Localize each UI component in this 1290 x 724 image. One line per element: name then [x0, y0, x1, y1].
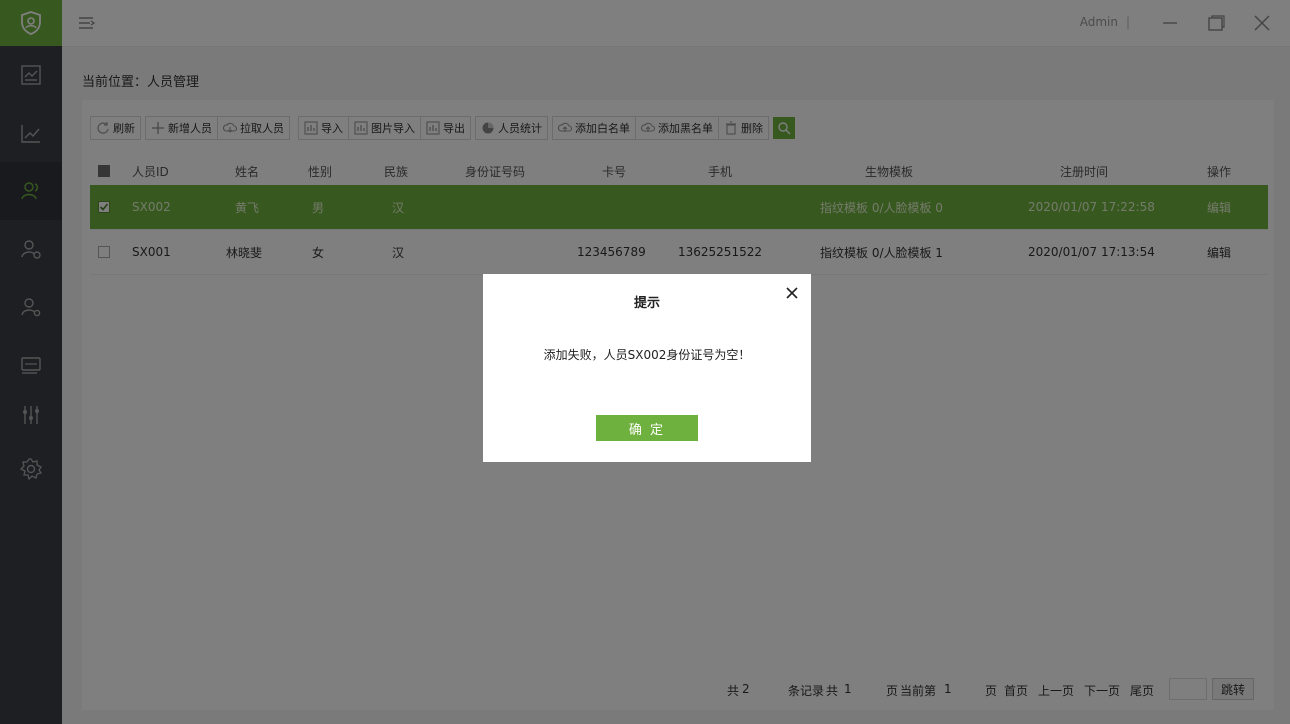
app-window: Admin| 当前位置：人员管理 刷新 新增人员	[0, 0, 1290, 724]
dialog-message: 添加失败，人员SX002身份证号为空！	[543, 348, 751, 362]
confirm-button[interactable]: 确 定	[596, 415, 698, 441]
close-icon[interactable]	[783, 284, 801, 302]
alert-dialog: 提示 添加失败，人员SX002身份证号为空！ 确 定	[483, 274, 811, 462]
dialog-title: 提示	[633, 296, 660, 311]
